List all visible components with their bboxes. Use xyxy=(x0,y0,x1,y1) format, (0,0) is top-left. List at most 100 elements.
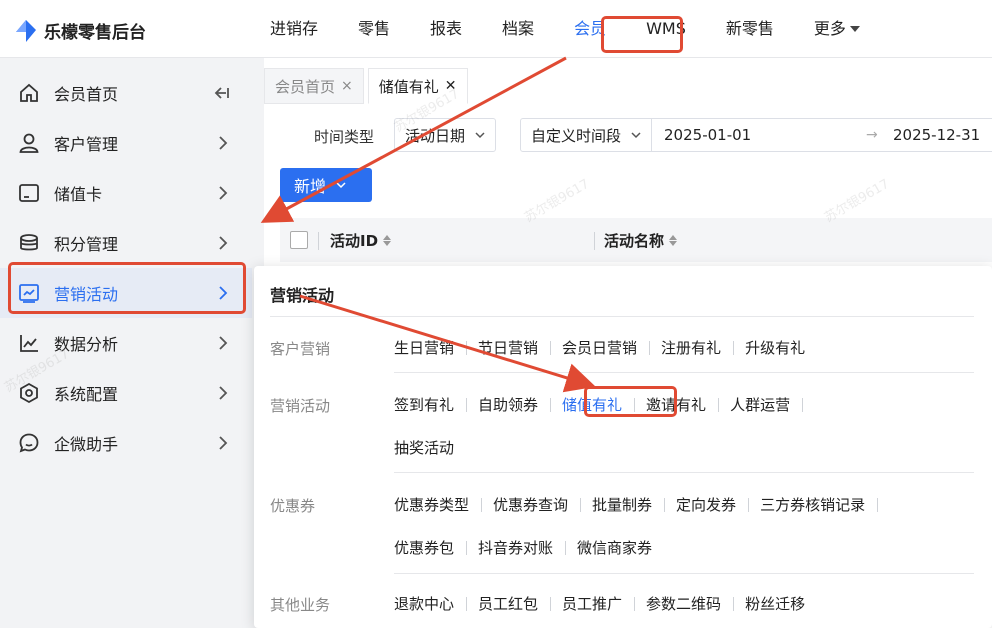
menu-link[interactable]: 签到有礼 xyxy=(394,394,468,415)
tab-label: 储值有礼 xyxy=(378,77,439,96)
topnav-item-more[interactable]: 更多 xyxy=(794,12,880,46)
menu-link[interactable]: 抖音券对账 xyxy=(466,537,567,558)
card-icon xyxy=(18,182,40,204)
app-logo[interactable]: 乐檬零售后台 xyxy=(16,18,146,43)
new-button[interactable]: 新增 xyxy=(280,168,372,202)
range-type-value: 自定义时间段 xyxy=(531,126,622,145)
sidebar-item-member-home[interactable]: 会员首页 xyxy=(0,68,252,118)
sidebar-item-label: 客户管理 xyxy=(54,135,119,154)
caret-down-icon xyxy=(849,26,860,32)
menu-link[interactable]: 注册有礼 xyxy=(649,337,735,358)
sidebar-item-label: 系统配置 xyxy=(54,385,119,404)
sidebar-item-label: 会员首页 xyxy=(54,85,119,104)
close-icon[interactable]: × xyxy=(341,78,353,94)
date-range-picker[interactable]: 自定义时间段 2025-01-01 → 2025-12-31 xyxy=(520,118,992,152)
logo-icon xyxy=(16,19,36,42)
group-label-coupons: 优惠券 xyxy=(270,497,316,515)
chevron-right-icon xyxy=(219,136,228,150)
divider xyxy=(394,372,974,373)
chevron-right-icon xyxy=(219,436,228,450)
menu-link[interactable]: 优惠券类型 xyxy=(394,494,483,515)
menu-link[interactable]: 自助领券 xyxy=(466,394,552,415)
end-date-input[interactable]: 2025-12-31 xyxy=(893,126,980,144)
menu-link[interactable]: 优惠券查询 xyxy=(481,494,582,515)
menu-link[interactable]: 退款中心 xyxy=(394,593,468,614)
menu-link[interactable]: 抽奖活动 xyxy=(394,437,466,458)
tab-member-home[interactable]: 会员首页 × xyxy=(264,68,364,104)
range-type-select[interactable]: 自定义时间段 xyxy=(521,119,653,151)
time-type-label: 时间类型 xyxy=(314,128,375,146)
menu-link[interactable]: 生日营销 xyxy=(394,337,468,358)
divider xyxy=(394,573,974,574)
topnav-item-retail[interactable]: 零售 xyxy=(338,12,410,46)
menu-link[interactable]: 升级有礼 xyxy=(733,337,817,358)
collapse-sidebar-icon[interactable] xyxy=(212,85,230,101)
menu-link[interactable]: 员工推广 xyxy=(550,593,636,614)
menu-link[interactable]: 员工红包 xyxy=(466,593,552,614)
group-label-customer-marketing: 客户营销 xyxy=(270,340,331,358)
sidebar-item-points[interactable]: 积分管理 xyxy=(0,218,252,268)
annotation-highlight-stored-value-link xyxy=(584,386,677,417)
sidebar: 会员首页 客户管理 储值卡 积分管理 营销活动 数据分析 系统配置 企微助手 xyxy=(0,58,252,628)
range-separator-icon: → xyxy=(866,127,878,143)
sidebar-item-label: 企微助手 xyxy=(54,435,119,454)
column-header-activity-id[interactable]: 活动ID xyxy=(330,230,392,251)
sidebar-item-label: 积分管理 xyxy=(54,235,119,254)
menu-link[interactable]: 节日营销 xyxy=(466,337,552,358)
menu-link[interactable]: 会员日营销 xyxy=(550,337,651,358)
chevron-right-icon xyxy=(219,386,228,400)
group-label-marketing-activities: 营销活动 xyxy=(270,397,331,415)
popup-title: 营销活动 xyxy=(270,286,335,305)
menu-link[interactable]: 三方券核销记录 xyxy=(748,494,879,515)
sidebar-item-wecom-assistant[interactable]: 企微助手 xyxy=(0,418,252,468)
divider xyxy=(394,472,974,473)
marketing-submenu-popup: 营销活动 客户营销 生日营销 节日营销 会员日营销 注册有礼 升级有礼 营销活动… xyxy=(254,266,992,628)
home-icon xyxy=(18,82,40,104)
time-type-value: 活动日期 xyxy=(405,126,466,145)
menu-link[interactable]: 粉丝迁移 xyxy=(733,593,817,614)
start-date-input[interactable]: 2025-01-01 xyxy=(664,126,751,144)
column-header-label: 活动名称 xyxy=(604,232,665,250)
annotation-highlight-member-nav xyxy=(601,16,683,53)
link-row: 退款中心 员工红包 员工推广 参数二维码 粉丝迁移 xyxy=(394,592,817,614)
user-icon xyxy=(18,132,40,154)
group-label-other-business: 其他业务 xyxy=(270,596,331,614)
sort-icon[interactable] xyxy=(669,235,678,246)
chevron-down-icon xyxy=(631,132,641,139)
link-row: 抽奖活动 xyxy=(394,436,466,458)
sort-icon[interactable] xyxy=(383,235,392,246)
select-all-checkbox[interactable] xyxy=(290,231,308,249)
topnav-more-label: 更多 xyxy=(813,19,846,38)
top-nav: 进销存 零售 报表 档案 会员 WMS 新零售 更多 xyxy=(250,0,880,58)
annotation-highlight-marketing-sidebar xyxy=(8,262,246,314)
topnav-item-new-retail[interactable]: 新零售 xyxy=(706,12,794,46)
menu-link[interactable]: 定向发券 xyxy=(664,494,750,515)
sidebar-item-stored-value-card[interactable]: 储值卡 xyxy=(0,168,252,218)
menu-link[interactable]: 批量制券 xyxy=(580,494,666,515)
menu-link[interactable]: 优惠券包 xyxy=(394,537,468,558)
app-title: 乐檬零售后台 xyxy=(44,23,146,43)
link-row: 优惠券类型 优惠券查询 批量制券 定向发券 三方券核销记录 xyxy=(394,493,879,515)
topnav-item-reports[interactable]: 报表 xyxy=(410,12,482,46)
chat-icon xyxy=(18,432,40,454)
tab-label: 会员首页 xyxy=(275,77,336,96)
column-header-activity-name[interactable]: 活动名称 xyxy=(604,230,678,251)
topnav-item-archive[interactable]: 档案 xyxy=(482,12,554,46)
line-chart-icon xyxy=(18,332,40,354)
top-bar: 乐檬零售后台 进销存 零售 报表 档案 会员 WMS 新零售 更多 xyxy=(0,0,992,58)
coin-icon xyxy=(18,232,40,254)
link-row: 生日营销 节日营销 会员日营销 注册有礼 升级有礼 xyxy=(394,336,817,358)
chevron-down-icon xyxy=(336,182,346,189)
menu-link[interactable]: 参数二维码 xyxy=(634,593,735,614)
sidebar-item-label: 储值卡 xyxy=(54,185,103,204)
menu-link[interactable]: 人群运营 xyxy=(718,394,804,415)
topnav-item-inventory[interactable]: 进销存 xyxy=(250,12,338,46)
column-divider xyxy=(594,232,595,250)
table-header: 活动ID 活动名称 xyxy=(280,218,992,262)
chevron-down-icon xyxy=(475,132,485,139)
chevron-right-icon xyxy=(219,336,228,350)
menu-link[interactable]: 微信商家券 xyxy=(565,537,664,558)
chevron-right-icon xyxy=(219,236,228,250)
sidebar-item-customers[interactable]: 客户管理 xyxy=(0,118,252,168)
divider xyxy=(270,316,974,317)
